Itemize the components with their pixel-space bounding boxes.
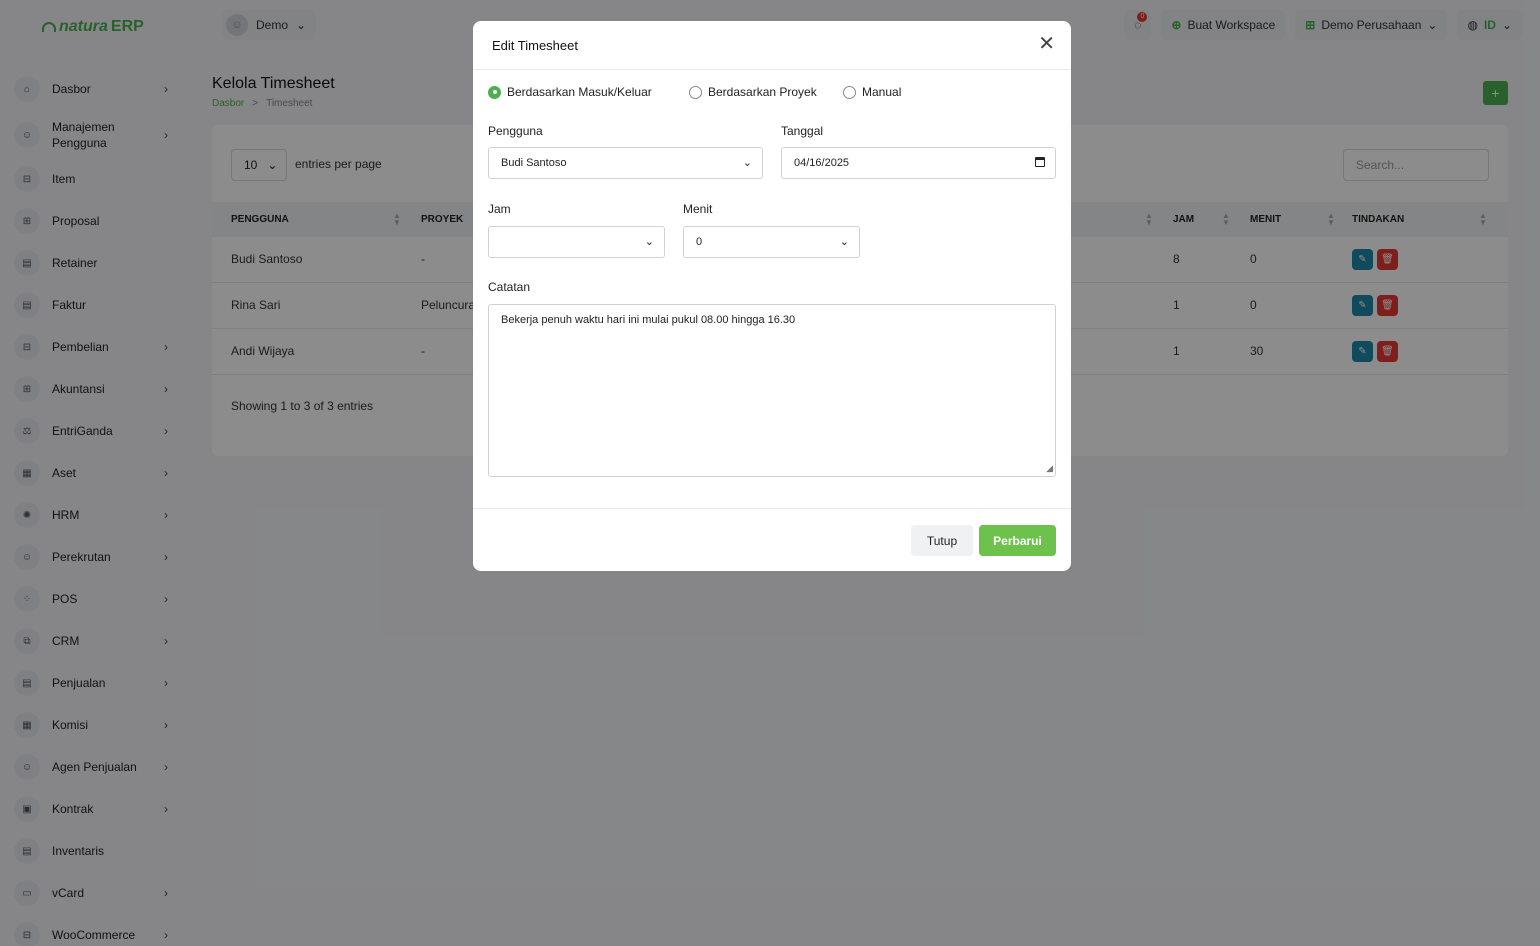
close-button[interactable]: Tutup (911, 525, 973, 556)
radio-unchecked-icon (689, 85, 702, 99)
minutes-select[interactable]: 0 ⌄ (683, 226, 860, 258)
minutes-select-value: 0 (696, 236, 703, 248)
chevron-down-icon: ⌄ (742, 157, 752, 169)
calendar-icon[interactable] (1035, 157, 1045, 167)
user-select-value: Budi Santoso (501, 157, 567, 169)
resize-handle-icon[interactable]: ◢ (1046, 463, 1053, 474)
user-field-label: Pengguna (488, 124, 543, 138)
close-icon[interactable]: ✕ (1038, 33, 1055, 55)
radio-label: Berdasarkan Masuk/Keluar (507, 85, 652, 99)
notes-textarea[interactable]: Bekerja penuh waktu hari ini mulai pukul… (488, 304, 1056, 477)
update-button[interactable]: Perbarui (979, 525, 1056, 556)
date-input[interactable]: 04/16/2025 (781, 147, 1056, 179)
modal-header: Edit Timesheet ✕ (473, 21, 1071, 70)
chevron-down-icon: ⌄ (644, 236, 654, 248)
radio-clock-in-out[interactable]: Berdasarkan Masuk/Keluar (488, 85, 652, 99)
radio-label: Berdasarkan Proyek (708, 85, 817, 99)
radio-unchecked-icon (843, 85, 856, 99)
radio-label: Manual (862, 85, 902, 99)
notes-field-label: Catatan (488, 280, 531, 294)
date-input-value: 04/16/2025 (794, 157, 850, 169)
hours-select[interactable]: ⌄ (488, 226, 665, 258)
hours-field-label: Jam (488, 202, 511, 216)
modal-title: Edit Timesheet (492, 38, 578, 53)
chevron-down-icon: ⌄ (839, 236, 849, 248)
user-select[interactable]: Budi Santoso ⌄ (488, 147, 763, 179)
radio-project[interactable]: Berdasarkan Proyek (689, 85, 817, 99)
edit-timesheet-modal: Edit Timesheet ✕ Berdasarkan Masuk/Kelua… (473, 21, 1071, 571)
notes-textarea-value: Bekerja penuh waktu hari ini mulai pukul… (501, 314, 796, 326)
minutes-field-label: Menit (683, 202, 713, 216)
date-field-label: Tanggal (781, 124, 824, 138)
modal-footer: Tutup Perbarui (473, 508, 1071, 571)
radio-checked-icon (488, 85, 501, 99)
radio-manual[interactable]: Manual (843, 85, 901, 99)
